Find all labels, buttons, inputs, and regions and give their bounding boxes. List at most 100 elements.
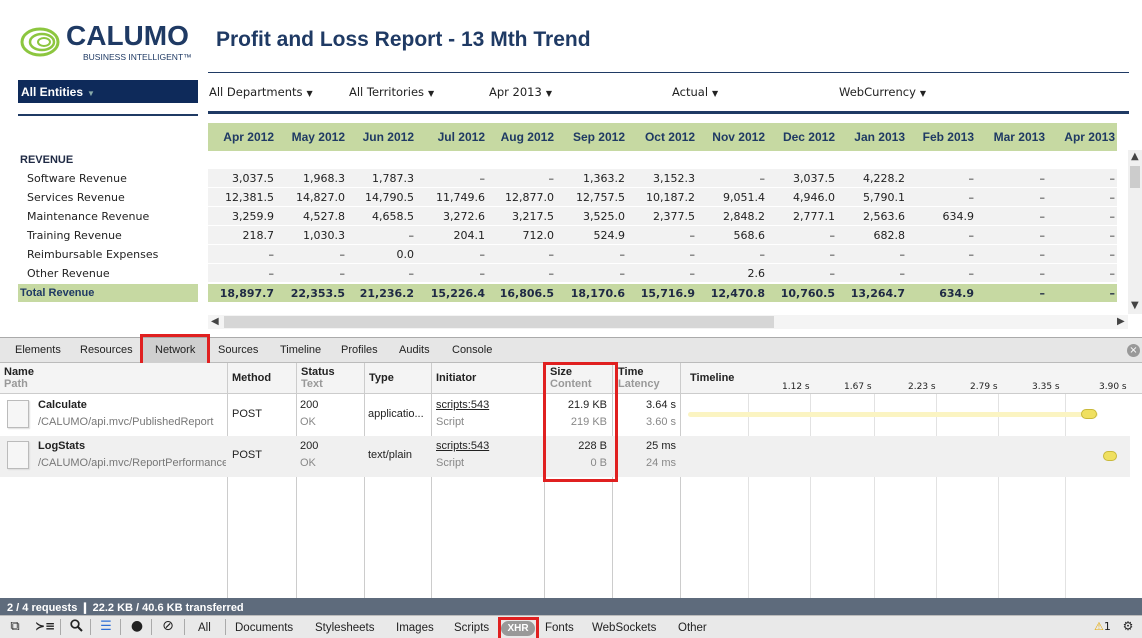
territories-filter[interactable]: All Territories ▼ xyxy=(349,85,434,99)
value-cell[interactable]: – xyxy=(1045,248,1116,261)
value-cell[interactable]: 1,030.3 xyxy=(275,229,345,242)
filter-other[interactable]: Other xyxy=(678,622,707,634)
value-cell[interactable]: – xyxy=(765,248,836,261)
col-header-path[interactable]: Path xyxy=(4,378,28,390)
value-cell[interactable]: 568.6 xyxy=(695,229,766,242)
value-cell[interactable]: – xyxy=(765,229,836,242)
value-cell[interactable]: – xyxy=(204,267,275,280)
filter-stylesheets[interactable]: Stylesheets xyxy=(315,622,374,634)
value-cell[interactable]: – xyxy=(275,248,346,261)
value-cell[interactable]: 10,187.2 xyxy=(625,191,695,204)
total-value-cell[interactable]: 634.9 xyxy=(904,287,974,300)
filter-all[interactable]: All xyxy=(198,622,211,634)
value-cell[interactable]: 682.8 xyxy=(835,229,906,242)
value-cell[interactable]: – xyxy=(415,248,486,261)
value-cell[interactable]: – xyxy=(1045,191,1116,204)
col-header-time[interactable]: Time xyxy=(618,366,643,378)
value-cell[interactable]: 2,777.1 xyxy=(765,210,835,223)
tab-resources[interactable]: Resources xyxy=(80,344,133,356)
dock-icon[interactable]: ⧉ xyxy=(5,619,25,634)
col-header-initiator[interactable]: Initiator xyxy=(436,372,476,384)
value-cell[interactable]: – xyxy=(904,172,975,185)
value-cell[interactable]: 3,525.0 xyxy=(555,210,625,223)
scrollbar-thumb[interactable] xyxy=(1130,166,1140,188)
value-cell[interactable]: 3,152.3 xyxy=(625,172,695,185)
value-cell[interactable]: – xyxy=(904,191,975,204)
period-filter[interactable]: Apr 2013 ▼ xyxy=(489,85,552,99)
value-cell[interactable]: – xyxy=(275,267,346,280)
value-cell[interactable]: – xyxy=(975,229,1046,242)
value-cell[interactable]: 3,259.9 xyxy=(204,210,274,223)
value-cell[interactable]: – xyxy=(695,248,766,261)
total-value-cell[interactable]: 22,353.5 xyxy=(275,287,345,300)
console-drawer-icon[interactable]: ≻≡ xyxy=(35,619,55,634)
record-icon[interactable]: ● xyxy=(127,619,147,634)
value-cell[interactable]: – xyxy=(484,248,555,261)
value-cell[interactable]: 12,381.5 xyxy=(204,191,274,204)
col-header-status-text[interactable]: Text xyxy=(301,378,323,390)
value-cell[interactable]: – xyxy=(1045,229,1116,242)
value-cell[interactable]: – xyxy=(415,172,486,185)
value-cell[interactable]: – xyxy=(904,248,975,261)
value-cell[interactable]: 218.7 xyxy=(204,229,275,242)
value-cell[interactable]: – xyxy=(765,267,836,280)
value-cell[interactable]: 4,527.8 xyxy=(275,210,345,223)
request-name[interactable]: Calculate xyxy=(38,399,87,411)
value-cell[interactable]: – xyxy=(625,248,696,261)
value-cell[interactable]: 1,968.3 xyxy=(275,172,345,185)
value-cell[interactable]: 3,037.5 xyxy=(765,172,835,185)
value-cell[interactable]: 0.0 xyxy=(344,248,415,261)
value-cell[interactable]: – xyxy=(835,248,906,261)
value-cell[interactable]: – xyxy=(204,248,275,261)
tab-elements[interactable]: Elements xyxy=(15,344,61,356)
value-cell[interactable]: 204.1 xyxy=(415,229,486,242)
tab-timeline[interactable]: Timeline xyxy=(280,344,321,356)
value-cell[interactable]: 524.9 xyxy=(555,229,626,242)
close-icon[interactable]: × xyxy=(1127,344,1140,357)
value-cell[interactable]: 2,848.2 xyxy=(695,210,765,223)
value-cell[interactable]: 3,272.6 xyxy=(415,210,485,223)
value-cell[interactable]: 2,377.5 xyxy=(625,210,695,223)
value-cell[interactable]: – xyxy=(1045,267,1116,280)
value-cell[interactable]: – xyxy=(975,267,1046,280)
value-cell[interactable]: 712.0 xyxy=(484,229,555,242)
value-cell[interactable]: – xyxy=(415,267,486,280)
value-cell[interactable]: – xyxy=(835,267,906,280)
col-header-name[interactable]: Name xyxy=(4,366,34,378)
total-value-cell[interactable]: 15,226.4 xyxy=(415,287,485,300)
value-cell[interactable]: 4,658.5 xyxy=(344,210,414,223)
value-cell[interactable]: 14,790.5 xyxy=(344,191,414,204)
settings-icon[interactable]: ⚙ xyxy=(1118,619,1138,634)
request-name[interactable]: LogStats xyxy=(38,440,85,452)
value-cell[interactable]: – xyxy=(904,229,975,242)
total-value-cell[interactable]: 15,716.9 xyxy=(625,287,695,300)
value-cell[interactable]: – xyxy=(625,267,696,280)
value-cell[interactable]: – xyxy=(975,172,1046,185)
value-cell[interactable]: – xyxy=(1045,172,1116,185)
total-value-cell[interactable]: 18,170.6 xyxy=(555,287,625,300)
col-header-type[interactable]: Type xyxy=(369,372,394,384)
total-value-cell[interactable]: 10,760.5 xyxy=(765,287,835,300)
value-cell[interactable]: – xyxy=(344,229,415,242)
currency-filter[interactable]: WebCurrency ▼ xyxy=(839,85,926,99)
value-cell[interactable]: 3,037.5 xyxy=(204,172,274,185)
scrollbar-thumb[interactable] xyxy=(224,316,774,328)
value-cell[interactable]: – xyxy=(555,248,626,261)
filter-documents[interactable]: Documents xyxy=(235,622,293,634)
col-header-timeline[interactable]: Timeline xyxy=(690,372,734,384)
value-cell[interactable]: 11,749.6 xyxy=(415,191,485,204)
col-header-latency[interactable]: Latency xyxy=(618,378,660,390)
total-value-cell[interactable]: 16,806.5 xyxy=(484,287,554,300)
scroll-down-icon[interactable]: ▼ xyxy=(1131,300,1139,311)
total-value-cell[interactable]: 12,470.8 xyxy=(695,287,765,300)
total-value-cell[interactable]: 21,236.2 xyxy=(344,287,414,300)
report-horizontal-scrollbar[interactable] xyxy=(208,315,1128,329)
filter-websockets[interactable]: WebSockets xyxy=(592,622,656,634)
departments-filter[interactable]: All Departments ▼ xyxy=(209,85,313,99)
value-cell[interactable]: – xyxy=(555,267,626,280)
value-cell[interactable]: – xyxy=(904,267,975,280)
value-cell[interactable]: 3,217.5 xyxy=(484,210,554,223)
list-view-icon[interactable]: ☰ xyxy=(96,619,116,634)
value-cell[interactable]: 2,563.6 xyxy=(835,210,905,223)
col-header-method[interactable]: Method xyxy=(232,372,271,384)
